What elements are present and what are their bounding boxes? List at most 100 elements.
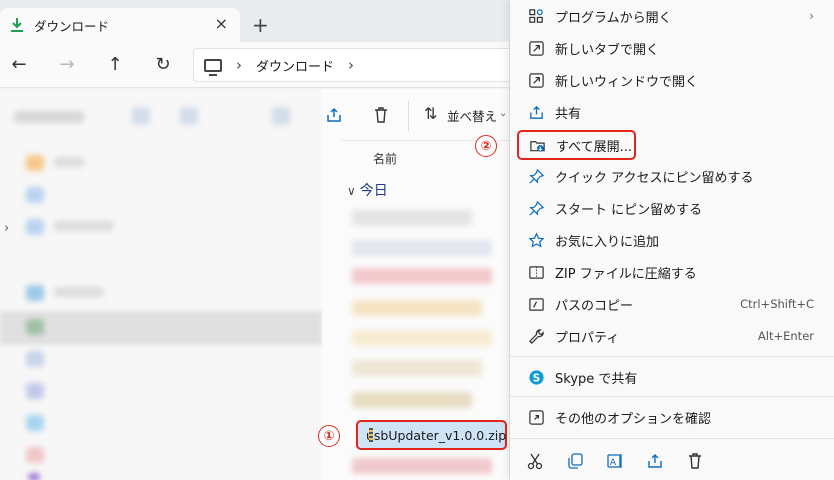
this-pc-icon[interactable] bbox=[204, 58, 222, 76]
shortcut-label: Alt+Enter bbox=[757, 329, 814, 343]
menu-label: お気に入りに追加 bbox=[555, 234, 660, 250]
menu-label: ZIP ファイルに圧縮する bbox=[555, 266, 697, 282]
address-bar[interactable]: › ダウンロード › bbox=[193, 48, 523, 82]
sort-chevron-icon[interactable]: ⌄ bbox=[499, 108, 507, 119]
sidebar-blurred-item bbox=[28, 473, 40, 480]
svg-text:S: S bbox=[532, 372, 539, 384]
selected-file-row[interactable]: usbUpdater_v1.0.0.zip bbox=[356, 420, 507, 450]
submenu-chevron-icon: › bbox=[809, 9, 814, 23]
list-item[interactable] bbox=[352, 268, 492, 284]
menu-separator bbox=[510, 438, 834, 439]
menu-properties[interactable]: プロパティ Alt+Enter bbox=[518, 321, 828, 351]
breadcrumb-downloads[interactable]: ダウンロード bbox=[256, 56, 334, 75]
menu-label: 新しいタブで開く bbox=[555, 42, 660, 58]
sidebar-selected-item[interactable] bbox=[0, 311, 322, 345]
new-tab-icon bbox=[526, 38, 546, 58]
sidebar-blurred-item bbox=[26, 351, 44, 367]
sidebar-blurred-item bbox=[54, 221, 114, 231]
breadcrumb-trailing-chevron[interactable]: › bbox=[348, 56, 354, 74]
list-item[interactable] bbox=[352, 458, 492, 474]
sidebar-blurred-item bbox=[26, 319, 44, 335]
sidebar-blurred-item bbox=[26, 219, 44, 235]
tab-close-button[interactable]: × bbox=[215, 14, 228, 33]
pin-icon bbox=[526, 166, 546, 186]
menu-share[interactable]: 共有 bbox=[518, 97, 828, 127]
pin-start-icon bbox=[526, 198, 546, 218]
menu-separator bbox=[510, 356, 834, 357]
share-toolbar-icon[interactable] bbox=[325, 106, 343, 129]
list-item[interactable] bbox=[352, 360, 482, 376]
extract-icon bbox=[527, 135, 547, 155]
delete-icon[interactable] bbox=[684, 450, 706, 472]
breadcrumb-separator[interactable]: › bbox=[236, 56, 242, 74]
sidebar-blurred-item bbox=[26, 285, 44, 301]
forward-button[interactable]: → bbox=[55, 52, 79, 76]
new-tab-button[interactable]: + bbox=[252, 13, 269, 37]
menu-quick-actions: A bbox=[524, 448, 824, 474]
menu-pin-start[interactable]: スタート にピン留めする bbox=[518, 193, 828, 223]
step-marker-2: ② bbox=[475, 135, 497, 157]
group-header-today[interactable]: ∨ 今日 bbox=[347, 180, 388, 200]
menu-label: 新しいウィンドウで開く bbox=[555, 74, 699, 90]
menu-label: クイック アクセスにピン留めする bbox=[555, 170, 754, 186]
menu-skype-share[interactable]: S Skype で共有 bbox=[518, 362, 828, 392]
menu-open-new-tab[interactable]: 新しいタブで開く bbox=[518, 33, 828, 63]
refresh-button[interactable]: ↻ bbox=[151, 52, 175, 76]
back-button[interactable]: ← bbox=[7, 52, 31, 76]
open-with-icon bbox=[526, 6, 546, 26]
list-item[interactable] bbox=[352, 240, 492, 256]
menu-label: その他のオプションを確認 bbox=[555, 411, 712, 427]
menu-label: スタート にピン留めする bbox=[555, 202, 703, 218]
menu-more-options[interactable]: その他のオプションを確認 bbox=[518, 402, 828, 432]
delete-toolbar-icon[interactable] bbox=[372, 106, 390, 129]
properties-icon bbox=[526, 326, 546, 346]
sidebar-blurred-item bbox=[14, 111, 84, 123]
list-item[interactable] bbox=[352, 392, 472, 408]
copy-icon[interactable] bbox=[564, 450, 586, 472]
menu-label: パスのコピー bbox=[555, 298, 634, 314]
copy-path-icon bbox=[526, 294, 546, 314]
sidebar-blurred-item bbox=[272, 107, 290, 125]
sidebar-blurred-item bbox=[54, 287, 104, 297]
sidebar-blurred-item bbox=[26, 187, 44, 203]
menu-label: プロパティ bbox=[555, 330, 620, 346]
menu-label: すべて展開... bbox=[556, 139, 632, 155]
share-icon bbox=[526, 102, 546, 122]
menu-add-favorites[interactable]: お気に入りに追加 bbox=[518, 225, 828, 255]
list-item[interactable] bbox=[352, 210, 472, 226]
menu-copy-path[interactable]: パスのコピー Ctrl+Shift+C bbox=[518, 289, 828, 319]
sort-icon[interactable]: ⇅ bbox=[424, 104, 437, 123]
download-icon bbox=[8, 16, 26, 34]
star-icon bbox=[526, 230, 546, 250]
menu-extract-all[interactable]: すべて展開... bbox=[517, 130, 636, 160]
list-item[interactable] bbox=[352, 300, 482, 316]
more-options-icon bbox=[526, 407, 546, 427]
up-button[interactable]: ↑ bbox=[103, 52, 127, 76]
cut-icon[interactable] bbox=[524, 450, 546, 472]
menu-open-with[interactable]: プログラムから開く › bbox=[518, 1, 828, 31]
toolbar-divider bbox=[408, 101, 409, 131]
context-menu: プログラムから開く › 新しいタブで開く 新しいウィンドウで開く 共有 すべて展… bbox=[509, 0, 834, 480]
navigation-pane: › bbox=[0, 89, 322, 480]
menu-open-new-window[interactable]: 新しいウィンドウで開く bbox=[518, 65, 828, 95]
menu-pin-quick-access[interactable]: クイック アクセスにピン留めする bbox=[518, 161, 828, 191]
share-icon[interactable] bbox=[644, 450, 666, 472]
column-header-name[interactable]: 名前 bbox=[373, 150, 397, 167]
sidebar-blurred-item bbox=[180, 107, 198, 125]
zip-icon bbox=[526, 262, 546, 282]
tab-downloads[interactable]: ダウンロード × bbox=[0, 8, 240, 42]
sidebar-blurred-item bbox=[26, 383, 44, 399]
skype-icon: S bbox=[526, 367, 546, 387]
list-item[interactable] bbox=[352, 330, 492, 346]
menu-compress-zip[interactable]: ZIP ファイルに圧縮する bbox=[518, 257, 828, 287]
sidebar-blurred-item bbox=[26, 447, 44, 463]
group-label: 今日 bbox=[359, 183, 388, 199]
sidebar-blurred-item bbox=[26, 415, 44, 431]
menu-label: 共有 bbox=[555, 106, 582, 122]
sidebar-blurred-item bbox=[54, 157, 84, 167]
tab-title: ダウンロード bbox=[34, 18, 110, 34]
expand-chevron-icon[interactable]: › bbox=[4, 221, 9, 236]
rename-icon[interactable]: A bbox=[604, 450, 626, 472]
sort-button[interactable]: 並べ替え bbox=[447, 106, 497, 125]
new-window-icon bbox=[526, 70, 546, 90]
